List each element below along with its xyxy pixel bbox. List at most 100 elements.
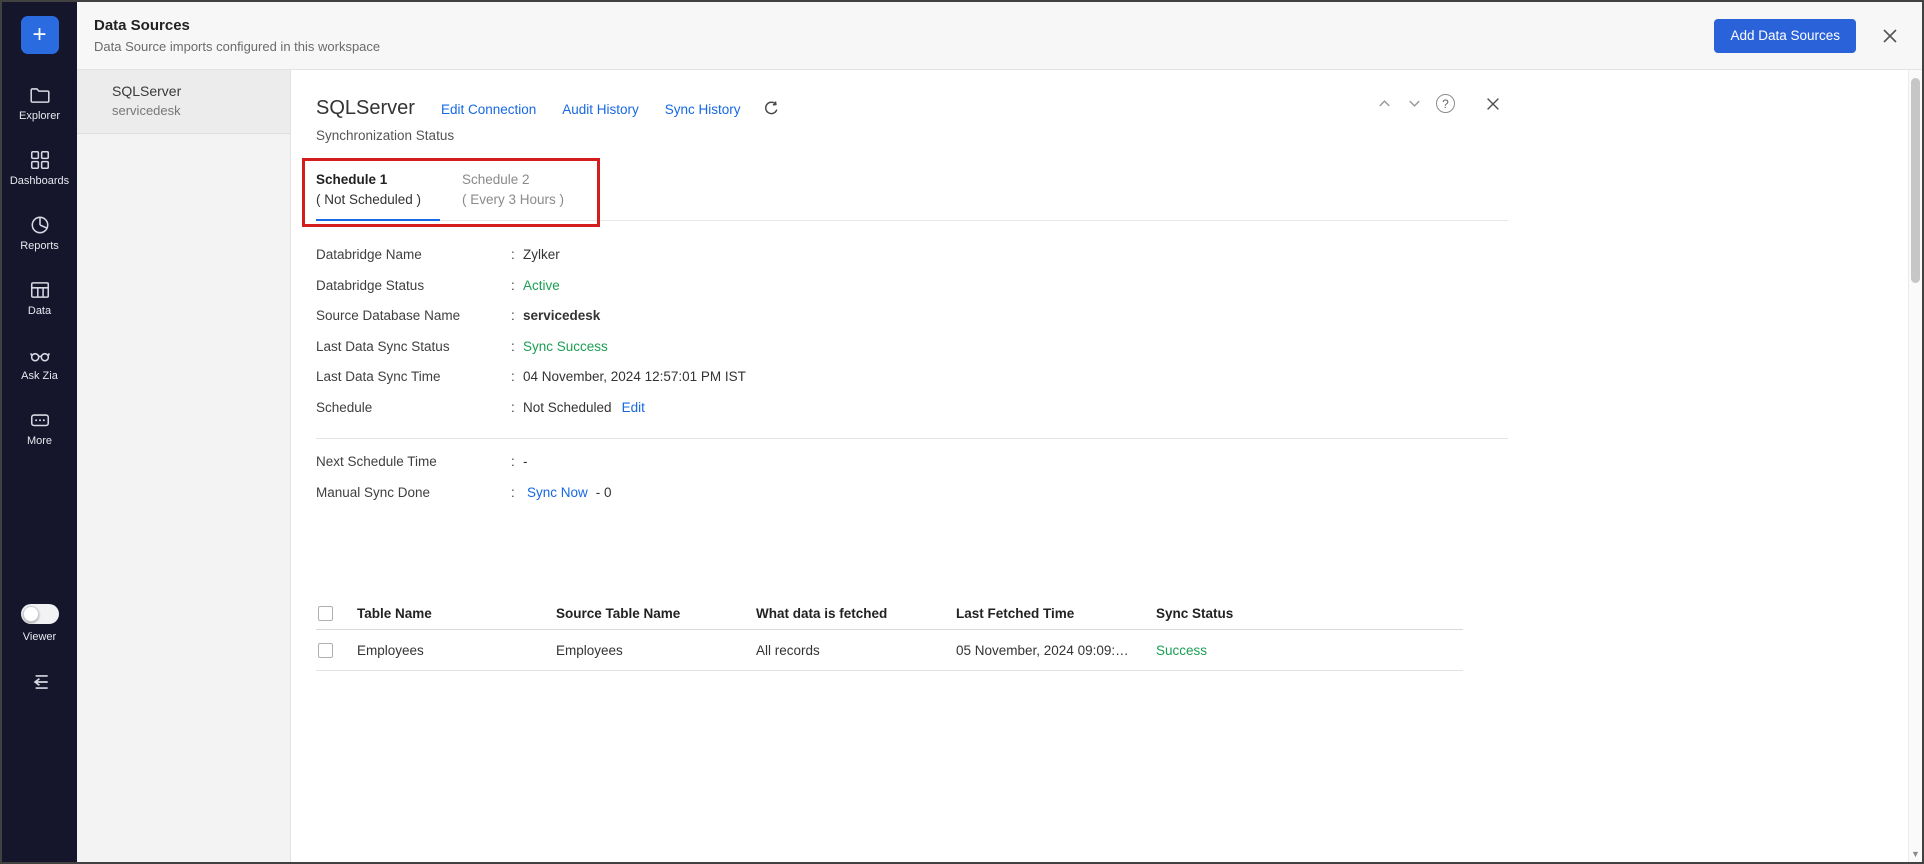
more-ellipsis-icon (29, 409, 51, 431)
sidebar-item-label: Data (28, 305, 51, 317)
column-header: Sync Status (1156, 606, 1463, 621)
row-checkbox[interactable] (318, 643, 333, 658)
next-source-button[interactable] (1406, 95, 1423, 112)
close-page-button[interactable] (1880, 26, 1900, 46)
collapse-sidebar-icon (29, 671, 51, 693)
schedule-tabs: Schedule 1 ( Not Scheduled ) Schedule 2 … (316, 170, 1508, 221)
sidebar-item-reports[interactable]: Reports (2, 214, 77, 259)
sidebar-item-label: More (27, 435, 52, 447)
scrollbar-down-arrow[interactable]: ▼ (1909, 849, 1922, 859)
detail-value: - 0 (596, 485, 612, 500)
help-icon[interactable]: ? (1436, 94, 1455, 113)
edit-connection-link[interactable]: Edit Connection (441, 102, 536, 117)
cell-source-table-name: Employees (556, 643, 756, 658)
colon: : (511, 454, 523, 469)
detail-value: servicedesk (523, 308, 600, 323)
table-icon (29, 279, 51, 301)
table-header-row: Table Name Source Table Name What data i… (316, 597, 1463, 630)
data-source-list-item[interactable]: SQLServer servicedesk (77, 70, 290, 134)
chevron-up-icon (1376, 95, 1393, 112)
tab-sublabel: ( Every 3 Hours ) (462, 190, 602, 210)
column-header: What data is fetched (756, 606, 956, 621)
sync-now-link[interactable]: Sync Now (527, 485, 588, 500)
collapse-sidebar-button[interactable] (29, 671, 51, 698)
detail-label: Last Data Sync Time (316, 369, 511, 384)
detail-value: Not Scheduled (523, 400, 612, 415)
tab-label: Schedule 2 (462, 170, 602, 190)
detail-label: Schedule (316, 400, 511, 415)
cell-table-name: Employees (357, 643, 556, 658)
sidebar-item-label: Ask Zia (21, 370, 58, 382)
section-divider (316, 438, 1508, 439)
detail-row-manual-sync: Manual Sync Done : Sync Now - 0 (316, 485, 1922, 516)
detail-value: - (523, 454, 528, 469)
sync-history-link[interactable]: Sync History (665, 102, 741, 117)
sidebar-item-dashboards[interactable]: Dashboards (2, 149, 77, 194)
sync-details-secondary: Next Schedule Time : - Manual Sync Done … (316, 454, 1922, 515)
create-new-button[interactable]: + (21, 16, 59, 54)
sidebar-item-explorer[interactable]: Explorer (2, 84, 77, 129)
table-row[interactable]: Employees Employees All records 05 Novem… (316, 630, 1463, 671)
tab-schedule-1[interactable]: Schedule 1 ( Not Scheduled ) (316, 170, 440, 221)
toggle-knob (23, 606, 39, 622)
data-source-list-panel: SQLServer servicedesk (77, 70, 291, 862)
data-source-database: servicedesk (112, 103, 278, 118)
detail-row-schedule: Schedule : Not Scheduled Edit (316, 400, 1922, 431)
refresh-button[interactable] (763, 100, 780, 117)
data-source-name: SQLServer (112, 83, 278, 99)
viewer-toggle-label: Viewer (23, 631, 56, 643)
cell-last-fetched: 05 November, 2024 09:09:… (956, 643, 1156, 658)
sidebar-item-ask-zia[interactable]: Ask Zia (2, 344, 77, 389)
colon: : (511, 339, 523, 354)
previous-source-button[interactable] (1376, 95, 1393, 112)
select-all-checkbox[interactable] (318, 606, 333, 621)
detail-label: Databridge Name (316, 247, 511, 262)
cell-sync-status: Success (1156, 643, 1463, 658)
column-header: Source Table Name (556, 606, 756, 621)
app-window: + Explorer Dashboards Reports Data Ask Z… (0, 0, 1924, 864)
sidebar-item-more[interactable]: More (2, 409, 77, 454)
colon: : (511, 485, 523, 500)
page-subtitle: Data Source imports configured in this w… (94, 39, 380, 54)
add-data-sources-button[interactable]: Add Data Sources (1714, 19, 1856, 53)
sidebar-item-label: Dashboards (10, 175, 69, 187)
close-detail-panel-button[interactable] (1484, 95, 1502, 113)
chevron-down-icon (1406, 95, 1423, 112)
sidebar-item-data[interactable]: Data (2, 279, 77, 324)
page-header-text: Data Sources Data Source imports configu… (94, 17, 380, 54)
body-row: SQLServer servicedesk ? (77, 70, 1922, 862)
vertical-scrollbar[interactable]: ▼ (1908, 70, 1922, 862)
folder-icon (29, 84, 51, 106)
tab-label: Schedule 1 (316, 170, 440, 190)
colon: : (511, 247, 523, 262)
dashboards-grid-icon (29, 149, 51, 171)
detail-row-last-sync-time: Last Data Sync Time : 04 November, 2024 … (316, 369, 1922, 400)
tab-schedule-2[interactable]: Schedule 2 ( Every 3 Hours ) (462, 170, 602, 221)
colon: : (511, 308, 523, 323)
audit-history-link[interactable]: Audit History (562, 102, 639, 117)
sync-details: Databridge Name : Zylker Databridge Stat… (316, 247, 1922, 430)
scrollbar-thumb[interactable] (1911, 78, 1920, 283)
edit-schedule-link[interactable]: Edit (622, 400, 645, 415)
source-title: SQLServer (316, 97, 415, 120)
colon: : (511, 278, 523, 293)
zia-glasses-icon (29, 344, 51, 366)
column-header: Table Name (357, 606, 556, 621)
colon: : (511, 369, 523, 384)
close-icon (1880, 26, 1900, 46)
detail-label: Last Data Sync Status (316, 339, 511, 354)
pie-chart-icon (29, 214, 51, 236)
page-header: Data Sources Data Source imports configu… (77, 2, 1922, 70)
detail-value: Zylker (523, 247, 560, 262)
detail-label: Source Database Name (316, 308, 511, 323)
status-badge: Active (523, 278, 560, 293)
refresh-icon (763, 100, 780, 117)
page-title: Data Sources (94, 17, 380, 34)
detail-label: Manual Sync Done (316, 485, 511, 500)
section-title: Synchronization Status (316, 128, 1922, 143)
viewer-mode-toggle[interactable] (21, 604, 59, 624)
sync-status-value: Sync Success (523, 339, 608, 354)
detail-title-row: SQLServer Edit Connection Audit History … (316, 97, 1922, 120)
sidebar-item-label: Explorer (19, 110, 60, 122)
tables-table: Table Name Source Table Name What data i… (316, 597, 1463, 671)
